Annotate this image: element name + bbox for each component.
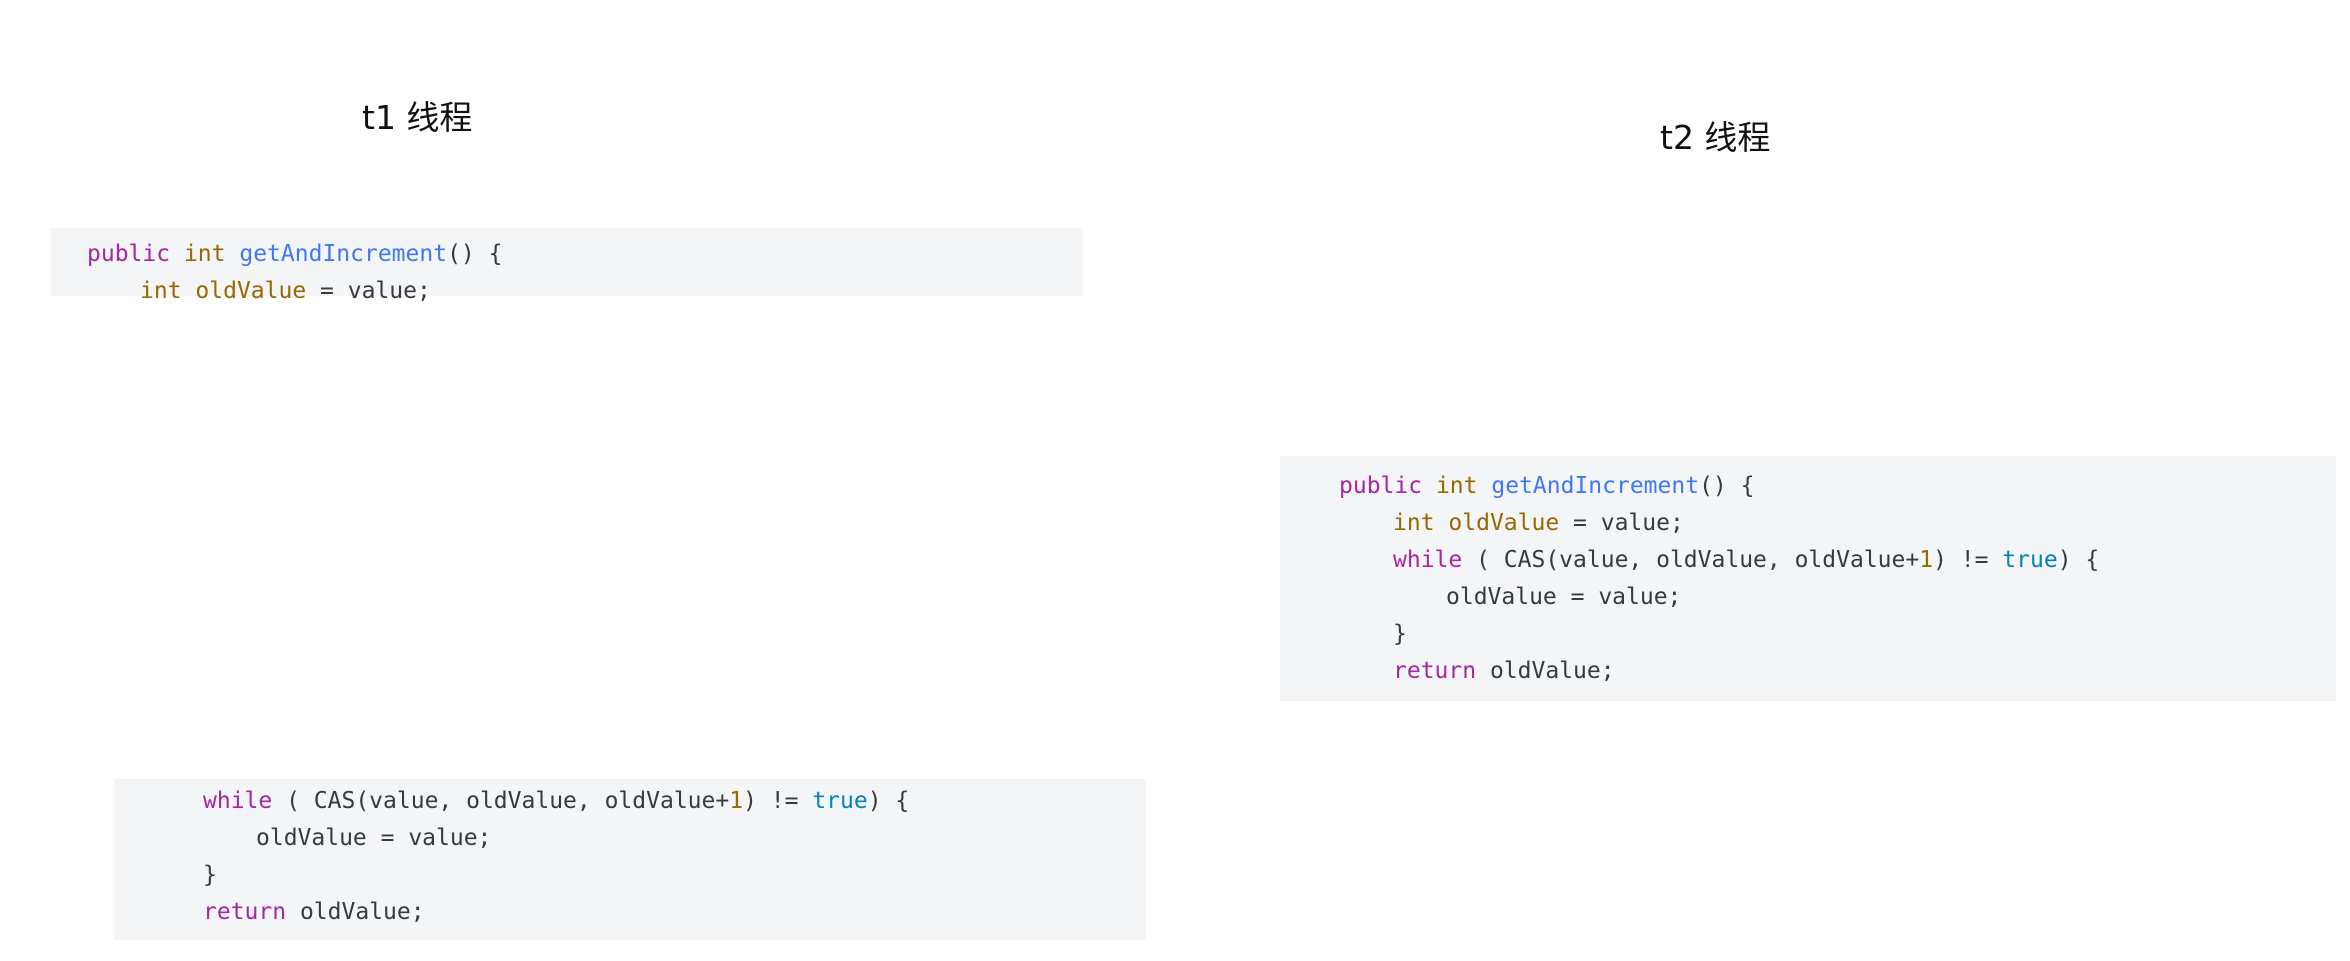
- return-value: oldValue;: [1476, 658, 1615, 684]
- t1-code-block-part-1: public int getAndIncrement() { int oldVa…: [51, 228, 1083, 304]
- variable-old-value: oldValue: [1448, 510, 1560, 536]
- t1-code-block-part-2: while ( CAS(value, oldValue, oldValue+1)…: [114, 779, 1146, 940]
- keyword-while: while: [1393, 547, 1463, 573]
- code-line-signature: public int getAndIncrement() {: [87, 236, 502, 273]
- code-line-return: return oldValue;: [1393, 653, 1615, 690]
- type-int: int: [1435, 473, 1478, 499]
- code-line-signature: public int getAndIncrement() {: [1339, 468, 1754, 505]
- return-value: oldValue;: [286, 899, 425, 925]
- code-line-old-value-decl: int oldValue = value;: [1393, 505, 1684, 542]
- code-line-reassign: oldValue = value;: [256, 825, 492, 851]
- type-int: int: [183, 241, 226, 267]
- variable-old-value: oldValue: [195, 278, 307, 304]
- code-line-reassign: oldValue = value;: [1446, 584, 1682, 610]
- keyword-return: return: [203, 899, 287, 925]
- number-one: 1: [1919, 547, 1934, 573]
- literal-true: true: [812, 788, 868, 814]
- keyword-return: return: [1393, 658, 1477, 684]
- not-equal: ) !=: [1933, 547, 2003, 573]
- code-line-old-value-decl: int oldValue = value;: [140, 273, 431, 310]
- assign-value: = value;: [306, 278, 431, 304]
- while-end: ) {: [2057, 547, 2100, 573]
- assign-value: = value;: [1559, 510, 1684, 536]
- t1-thread-title: t1 线程: [362, 98, 473, 137]
- not-equal: ) !=: [743, 788, 813, 814]
- cas-call: ( CAS(value, oldValue, oldValue+: [1462, 547, 1920, 573]
- code-line-while: while ( CAS(value, oldValue, oldValue+1)…: [203, 783, 909, 820]
- t2-thread-title: t2 线程: [1660, 118, 1771, 157]
- code-line-close-brace: }: [1393, 621, 1407, 647]
- keyword-while: while: [203, 788, 273, 814]
- method-name: getAndIncrement: [239, 241, 448, 267]
- t2-code-block: public int getAndIncrement() { int oldVa…: [1280, 456, 2336, 701]
- code-line-close-brace: }: [203, 862, 217, 888]
- signature-end: () {: [447, 241, 503, 267]
- keyword-public: public: [87, 241, 171, 267]
- literal-true: true: [2002, 547, 2058, 573]
- while-end: ) {: [867, 788, 910, 814]
- code-line-return: return oldValue;: [203, 894, 425, 931]
- signature-end: () {: [1699, 473, 1755, 499]
- cas-call: ( CAS(value, oldValue, oldValue+: [272, 788, 730, 814]
- keyword-public: public: [1339, 473, 1423, 499]
- method-name: getAndIncrement: [1491, 473, 1700, 499]
- code-line-while: while ( CAS(value, oldValue, oldValue+1)…: [1393, 542, 2099, 579]
- type-int: int: [1393, 510, 1435, 536]
- number-one: 1: [729, 788, 744, 814]
- type-int: int: [140, 278, 182, 304]
